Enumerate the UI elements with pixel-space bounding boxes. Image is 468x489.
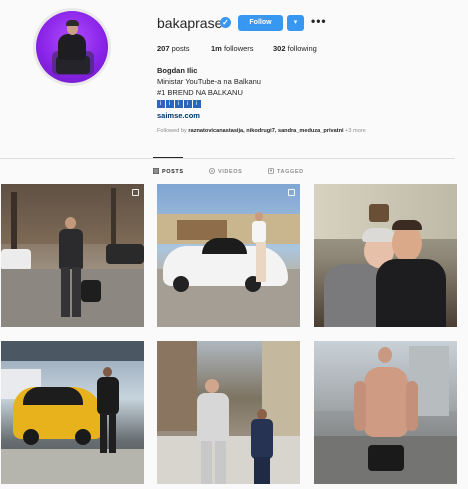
chevron-down-icon[interactable]: ▾ [287, 15, 304, 31]
profile-avatar-ring[interactable] [33, 8, 111, 86]
tab-posts[interactable]: POSTS [152, 167, 184, 175]
carousel-icon [288, 189, 295, 196]
profile-header: bakaprase ✓ Follow ▾ ••• 207 posts 1m fo… [0, 0, 468, 155]
info-emoji-icon: i [157, 100, 165, 108]
post-thumbnail[interactable] [157, 184, 300, 327]
following-count: 302 [273, 44, 286, 53]
website-link[interactable]: saimse.com [157, 111, 200, 120]
followed-by-names[interactable]: raznatovicanastasija, nikodrugi7, sandra… [188, 128, 343, 134]
verified-badge-icon: ✓ [220, 17, 231, 28]
info-emoji-icon: i [175, 100, 183, 108]
followed-by-prefix: Followed by [157, 128, 187, 134]
info-emoji-icon: i [184, 100, 192, 108]
post-thumbnail[interactable] [157, 341, 300, 484]
post-thumbnail[interactable] [314, 341, 457, 484]
info-emoji-icon: i [166, 100, 174, 108]
follow-button[interactable]: Follow [238, 15, 283, 31]
tab-videos[interactable]: VIDEOS [209, 168, 242, 175]
tag-icon [268, 168, 274, 174]
profile-full-name: Bogdan Ilic [157, 66, 198, 75]
carousel-icon [132, 189, 139, 196]
bio-emoji-line: iiiii [157, 98, 202, 108]
info-emoji-icon: i [193, 100, 201, 108]
posts-label: posts [171, 44, 190, 53]
bio-line: Ministar YouTube-a na Balkanu [157, 77, 261, 86]
followed-by-more[interactable]: +3 more [345, 128, 366, 134]
bio-line: #1 BREND NA BALKANU [157, 88, 243, 97]
following-label: following [287, 44, 317, 53]
tab-tagged-label: TAGGED [277, 169, 304, 175]
grid-icon [152, 167, 160, 175]
tabs-divider [0, 158, 455, 159]
posts-stat: 207 posts [157, 44, 190, 53]
followers-count: 1m [211, 44, 222, 53]
avatar[interactable] [36, 11, 108, 83]
following-stat[interactable]: 302 following [273, 44, 317, 53]
posts-count: 207 [157, 44, 170, 53]
tab-posts-label: POSTS [162, 169, 184, 175]
posts-grid [0, 184, 468, 489]
username: bakaprase [157, 15, 223, 31]
followers-label: followers [223, 44, 254, 53]
video-icon [209, 168, 215, 174]
followers-stat[interactable]: 1m followers [211, 44, 254, 53]
post-thumbnail[interactable] [1, 341, 144, 484]
post-thumbnail[interactable] [314, 184, 457, 327]
followed-by[interactable]: Followed by raznatovicanastasija, nikodr… [157, 128, 366, 134]
active-tab-indicator [153, 157, 183, 158]
tab-videos-label: VIDEOS [218, 169, 243, 175]
post-thumbnail[interactable] [1, 184, 144, 327]
more-options-icon[interactable]: ••• [311, 14, 327, 28]
tab-tagged[interactable]: TAGGED [268, 168, 304, 175]
